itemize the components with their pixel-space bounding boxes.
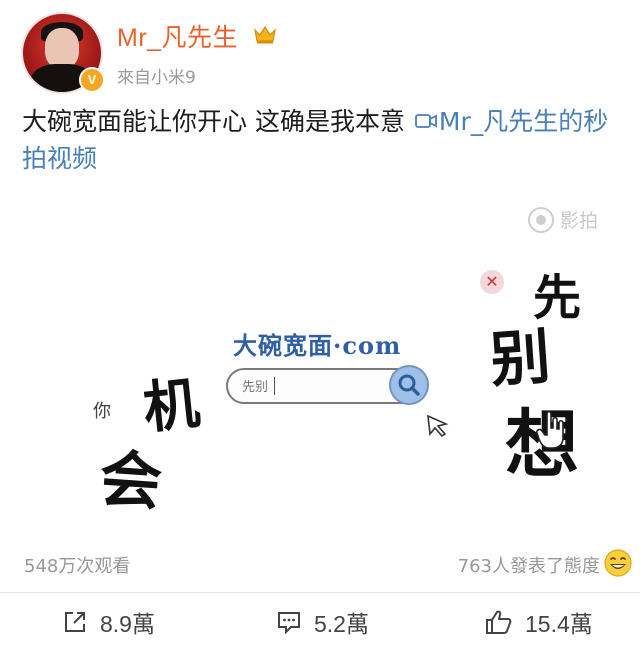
brush-text-ni: 你 bbox=[93, 401, 111, 422]
avatar-face bbox=[45, 28, 79, 68]
hand-cursor-icon bbox=[536, 410, 564, 449]
search-button[interactable] bbox=[389, 365, 429, 405]
verified-icon: V bbox=[79, 67, 105, 93]
post-body: 大碗宽面能让你开心 这确是我本意 bbox=[22, 107, 405, 136]
share-icon bbox=[65, 612, 85, 632]
crown-icon bbox=[254, 25, 276, 44]
comment-button[interactable]: 5.2萬 bbox=[276, 605, 369, 639]
like-button[interactable]: 15.4萬 bbox=[485, 605, 593, 639]
cursor-icon bbox=[427, 414, 449, 438]
share-button[interactable]: 8.9萬 bbox=[62, 605, 155, 639]
username[interactable]: Mr_凡先生 bbox=[117, 18, 238, 54]
divider bbox=[0, 592, 640, 593]
like-count: 15.4萬 bbox=[525, 611, 593, 637]
post-source: 來自小米9 bbox=[117, 68, 196, 88]
watermark-logo-icon bbox=[528, 206, 554, 233]
brush-text-hui: 会 bbox=[97, 441, 165, 520]
view-count: 548万次观看 bbox=[24, 556, 131, 577]
comment-icon bbox=[278, 612, 300, 635]
video-icon bbox=[415, 114, 437, 128]
reaction-summary[interactable]: 763人發表了態度 bbox=[458, 552, 600, 578]
close-icon: ✕ bbox=[480, 270, 504, 294]
post-text: 大碗宽面能让你开心 这确是我本意 Mr_凡先生的秒拍视频 bbox=[22, 103, 622, 177]
search-value: 先别 bbox=[242, 380, 269, 395]
search-icon bbox=[398, 374, 420, 396]
laugh-emoji-icon bbox=[604, 549, 632, 577]
text-caret bbox=[274, 377, 275, 395]
site-title: 大碗宽面·com bbox=[233, 331, 402, 360]
watermark-text: 影拍 bbox=[560, 210, 599, 232]
share-count: 8.9萬 bbox=[100, 611, 155, 637]
like-icon bbox=[486, 610, 512, 634]
comment-count: 5.2萬 bbox=[314, 611, 369, 637]
watermark: 影拍 bbox=[528, 206, 598, 233]
